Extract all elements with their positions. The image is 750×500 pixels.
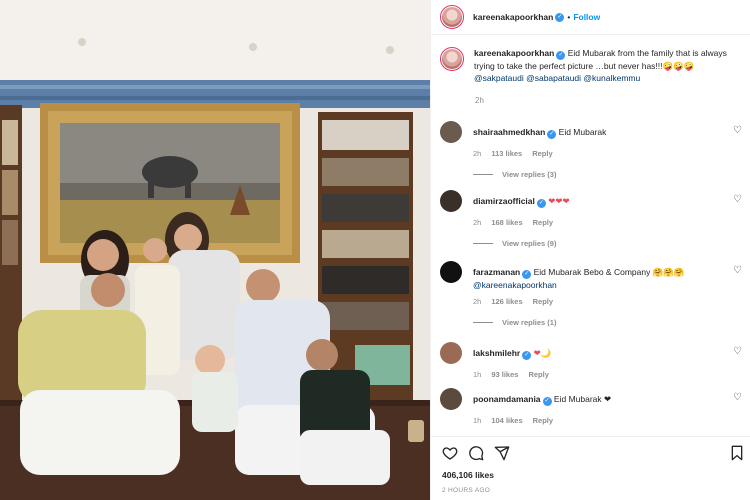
- caption-author-avatar[interactable]: [440, 47, 464, 71]
- comment-text: ❤🌙: [533, 348, 552, 358]
- comment-text: ❤❤❤: [548, 196, 570, 206]
- comment-mention[interactable]: @kareenakapoorkhan: [473, 280, 557, 290]
- verified-badge-icon: ✓: [555, 12, 565, 22]
- comment-likes[interactable]: 113 likes: [491, 149, 522, 158]
- author-username[interactable]: kareenakapoorkhan: [473, 12, 553, 22]
- reply-button[interactable]: Reply: [528, 370, 548, 379]
- comment-meta: 2h 113 likes Reply: [473, 149, 745, 158]
- comment-like-heart-icon[interactable]: ♡: [733, 195, 743, 205]
- comment-time: 1h: [473, 416, 482, 425]
- comment-item: poonamdamania ✓ Eid Mubarak ❤ ♡ 1h 104 lik…: [440, 388, 745, 425]
- comment-time: 2h: [473, 297, 482, 306]
- reply-button[interactable]: Reply: [533, 218, 553, 227]
- caption-emojis: 🤪🤪🤪: [662, 61, 695, 71]
- reply-button[interactable]: Reply: [533, 297, 553, 306]
- post-caption: kareenakapoorkhan ✓ Eid Mubarak from the …: [440, 47, 745, 84]
- verified-badge-icon: ✓: [556, 51, 566, 60]
- comment-text: Eid Mubarak: [558, 127, 607, 137]
- commenter-username[interactable]: farazmanan: [473, 267, 520, 277]
- caption-username[interactable]: kareenakapoorkhan: [474, 48, 554, 58]
- commenter-username[interactable]: shairaahmedkhan: [473, 127, 545, 137]
- comment-text: Eid Mubarak Bebo & Company 🤗🤗🤗: [533, 267, 685, 277]
- comment-like-heart-icon[interactable]: ♡: [733, 347, 743, 357]
- comment-time: 2h: [473, 149, 482, 158]
- commenter-username[interactable]: poonamdamania: [473, 394, 541, 404]
- caption-timestamp: 2h: [475, 96, 484, 105]
- verified-badge-icon: ✓: [522, 351, 532, 360]
- view-replies-button[interactable]: View replies (3): [473, 170, 745, 179]
- commenter-avatar[interactable]: [440, 342, 462, 364]
- separator-dot: •: [567, 12, 571, 22]
- comment-text: Eid Mubarak ❤: [553, 394, 612, 404]
- comment-like-heart-icon[interactable]: ♡: [733, 393, 743, 403]
- caption-text-block: kareenakapoorkhan ✓ Eid Mubarak from the …: [474, 47, 742, 84]
- post-sidebar: kareenakapoorkhan ✓ • Follow kareenakapo…: [430, 0, 750, 500]
- comment-likes[interactable]: 126 likes: [491, 297, 522, 306]
- reply-button[interactable]: Reply: [533, 416, 553, 425]
- bookmark-icon[interactable]: [730, 445, 744, 461]
- family-photo-image: [0, 0, 430, 500]
- view-replies-button[interactable]: View replies (9): [473, 239, 745, 248]
- post-header: kareenakapoorkhan ✓ • Follow: [431, 0, 750, 35]
- verified-badge-icon: ✓: [536, 199, 546, 208]
- post-actions: 406,106 likes 2 HOURS AGO: [431, 436, 750, 500]
- comment-item: lakshmilehr ✓ ❤🌙 ♡ 1h 93 likes Reply: [440, 342, 745, 379]
- reply-button[interactable]: Reply: [532, 149, 552, 158]
- commenter-username[interactable]: diamirzaofficial: [473, 196, 535, 206]
- comment-meta: 1h 104 likes Reply: [473, 416, 745, 425]
- comment-item: diamirzaofficial ✓ ❤❤❤ ♡ 2h 168 likes Reply…: [440, 190, 745, 248]
- posted-time: 2 HOURS AGO: [442, 487, 491, 494]
- follow-button[interactable]: Follow: [573, 12, 600, 22]
- likes-count[interactable]: 406,106 likes: [442, 470, 494, 480]
- comment-likes[interactable]: 168 likes: [491, 218, 522, 227]
- caption-mentions[interactable]: @sakpataudi @sabapataudi @kunalkemmu: [474, 73, 640, 83]
- share-icon[interactable]: [494, 445, 510, 461]
- heart-icon[interactable]: [442, 445, 458, 461]
- commenter-avatar[interactable]: [440, 261, 462, 283]
- comment-item: farazmanan ✓ Eid Mubarak Bebo & Company 🤗…: [440, 261, 745, 327]
- commenter-avatar[interactable]: [440, 190, 462, 212]
- commenter-avatar[interactable]: [440, 121, 462, 143]
- comment-time: 1h: [473, 370, 482, 379]
- comment-like-heart-icon[interactable]: ♡: [733, 126, 743, 136]
- comment-time: 2h: [473, 218, 482, 227]
- comment-meta: 2h 126 likes Reply: [473, 297, 745, 306]
- comment-meta: 2h 168 likes Reply: [473, 218, 745, 227]
- comment-icon[interactable]: [468, 445, 484, 461]
- author-avatar[interactable]: [440, 5, 464, 29]
- verified-badge-icon: ✓: [522, 270, 532, 279]
- comment-likes[interactable]: 104 likes: [491, 416, 522, 425]
- post-photo[interactable]: [0, 0, 430, 500]
- commenter-username[interactable]: lakshmilehr: [473, 348, 520, 358]
- commenter-avatar[interactable]: [440, 388, 462, 410]
- verified-badge-icon: ✓: [547, 130, 557, 139]
- view-replies-button[interactable]: View replies (1): [473, 318, 745, 327]
- comment-likes[interactable]: 93 likes: [491, 370, 518, 379]
- comment-like-heart-icon[interactable]: ♡: [733, 266, 743, 276]
- verified-badge-icon: ✓: [542, 397, 552, 406]
- comment-meta: 1h 93 likes Reply: [473, 370, 745, 379]
- comment-item: shairaahmedkhan ✓ Eid Mubarak ♡ 2h 113 lik…: [440, 121, 745, 179]
